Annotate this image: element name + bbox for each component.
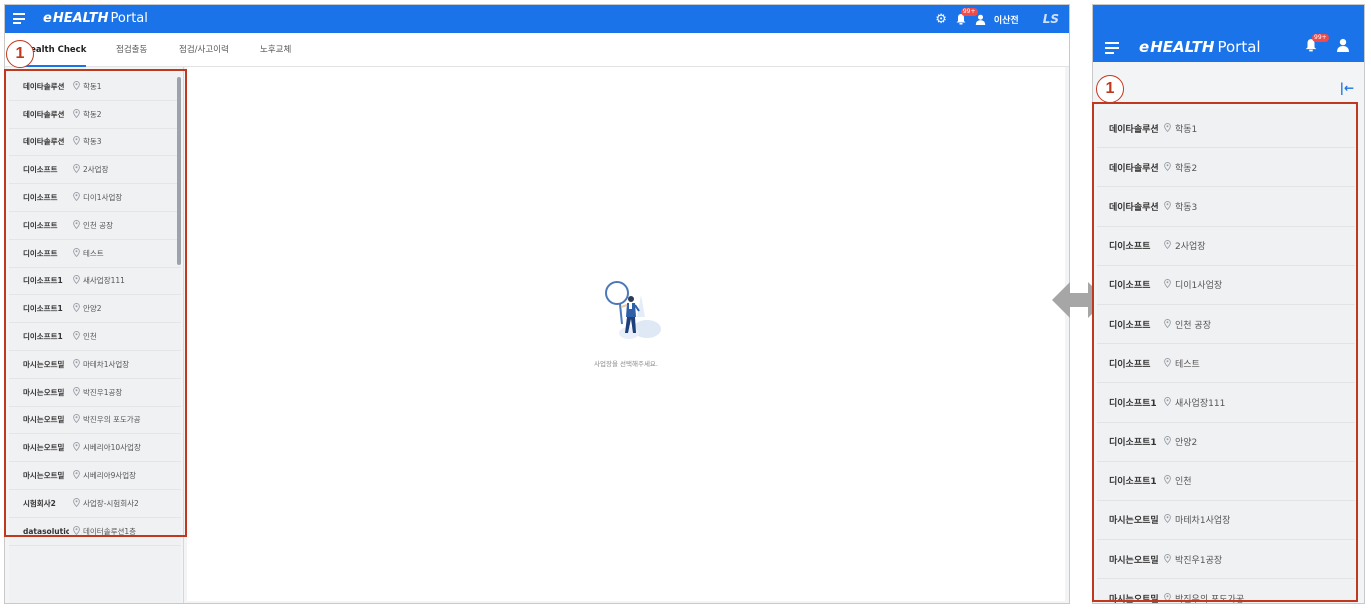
tab-bar: Health Check 점검출동 점검/사고이력 노후교체: [5, 33, 1069, 67]
menu-icon[interactable]: [13, 13, 25, 24]
empty-state-message: 사업장을 선택해주세요.: [594, 360, 658, 368]
logo-e: e: [1139, 38, 1150, 56]
logo-portal: Portal: [1217, 38, 1261, 56]
annotation-number: 1: [6, 40, 34, 68]
top-bar: e HEALTH Portal ⚙ 99+ 이산전 LS: [5, 5, 1069, 33]
logo-health: HEALTH: [52, 11, 109, 26]
notification-bell-icon[interactable]: 99+: [955, 8, 978, 25]
tab-inspection-history[interactable]: 점검/사고이력: [179, 33, 229, 67]
collapse-panel-icon[interactable]: |←: [1340, 81, 1354, 95]
magnifier-person-illustration: [605, 281, 661, 339]
menu-icon[interactable]: [1105, 42, 1119, 54]
ls-brand-logo: LS: [1042, 12, 1059, 26]
logo-health: HEALTH: [1150, 38, 1215, 56]
user-icon[interactable]: [975, 14, 986, 25]
logo-e: e: [43, 11, 52, 26]
annotation-box: [1092, 102, 1358, 602]
main-panel: 사업장을 선택해주세요.: [187, 67, 1065, 601]
annotation-number: 1: [1096, 75, 1124, 103]
mobile-top-bar: e HEALTH Portal 99+: [1093, 5, 1364, 62]
user-name[interactable]: 이산전: [994, 13, 1019, 26]
app-logo[interactable]: e HEALTH Portal: [1139, 38, 1261, 56]
tab-inspection-dispatch[interactable]: 점검출동: [116, 33, 147, 67]
user-icon[interactable]: [1336, 38, 1350, 52]
gear-icon[interactable]: ⚙: [935, 13, 947, 26]
tab-aging-replacement[interactable]: 노후교체: [260, 33, 291, 67]
annotation-box: [4, 69, 187, 537]
notification-badge: 99+: [1312, 34, 1329, 42]
notification-bell-icon[interactable]: 99+: [1304, 34, 1329, 52]
logo-portal: Portal: [110, 11, 148, 26]
app-logo[interactable]: e HEALTH Portal: [43, 11, 148, 27]
